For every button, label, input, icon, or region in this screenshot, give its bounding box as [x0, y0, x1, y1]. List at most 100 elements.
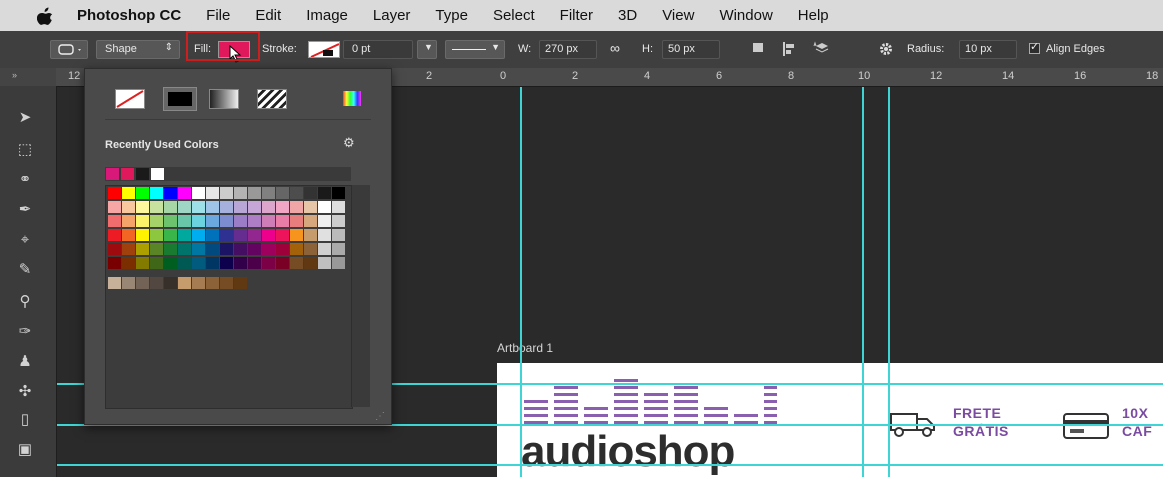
brush-tool-icon[interactable]: ✑: [12, 320, 38, 342]
menu-file[interactable]: File: [206, 7, 230, 24]
color-swatch[interactable]: [108, 257, 121, 269]
color-swatch[interactable]: [122, 201, 135, 213]
recent-color-swatch[interactable]: [151, 168, 164, 180]
color-swatch[interactable]: [122, 187, 135, 199]
color-swatch[interactable]: [164, 229, 177, 241]
color-swatch[interactable]: [206, 215, 219, 227]
menu-3d[interactable]: 3D: [618, 7, 637, 24]
recent-color-swatch[interactable]: [121, 168, 134, 180]
color-swatch[interactable]: [332, 243, 345, 255]
color-swatch[interactable]: [122, 257, 135, 269]
color-swatch[interactable]: [192, 187, 205, 199]
color-swatch[interactable]: [262, 215, 275, 227]
color-swatch[interactable]: [332, 257, 345, 269]
color-swatch[interactable]: [290, 229, 303, 241]
link-icon[interactable]: ∞: [610, 40, 620, 56]
color-swatch[interactable]: [262, 243, 275, 255]
horizontal-guide[interactable]: [57, 464, 1163, 466]
color-swatch[interactable]: [276, 201, 289, 213]
color-swatch[interactable]: [150, 215, 163, 227]
solid-color-tab[interactable]: [163, 87, 197, 111]
pattern-tab[interactable]: [257, 89, 287, 109]
color-swatch[interactable]: [206, 257, 219, 269]
color-swatch[interactable]: [332, 201, 345, 213]
color-swatch[interactable]: [192, 257, 205, 269]
menu-layer[interactable]: Layer: [373, 7, 411, 24]
color-swatch[interactable]: [304, 229, 317, 241]
color-swatch[interactable]: [234, 257, 247, 269]
color-swatch[interactable]: [178, 229, 191, 241]
menu-window[interactable]: Window: [719, 7, 772, 24]
recent-color-swatch[interactable]: [106, 168, 119, 180]
color-swatch[interactable]: [150, 201, 163, 213]
color-swatch[interactable]: [164, 243, 177, 255]
panel-collapse-icon[interactable]: »: [12, 70, 17, 80]
color-swatch[interactable]: [206, 243, 219, 255]
menu-help[interactable]: Help: [798, 7, 829, 24]
no-color-tab[interactable]: [115, 89, 145, 109]
color-swatch[interactable]: [220, 243, 233, 255]
color-swatch[interactable]: [318, 257, 331, 269]
color-swatch[interactable]: [150, 187, 163, 199]
color-swatch[interactable]: [206, 201, 219, 213]
color-swatch[interactable]: [192, 277, 205, 289]
radius-field[interactable]: 10 px: [959, 40, 1017, 59]
quick-selection-tool-icon[interactable]: ✒: [12, 198, 38, 220]
clone-stamp-tool-icon[interactable]: ♟: [12, 350, 38, 372]
color-swatch[interactable]: [150, 243, 163, 255]
vertical-guide[interactable]: [520, 87, 522, 477]
menu-filter[interactable]: Filter: [560, 7, 593, 24]
color-swatch[interactable]: [136, 187, 149, 199]
stroke-type-select[interactable]: ▼: [445, 40, 505, 59]
color-swatch[interactable]: [290, 243, 303, 255]
gear-icon[interactable]: [878, 41, 894, 57]
color-swatch[interactable]: [178, 257, 191, 269]
mode-select[interactable]: Shape ⇕: [96, 40, 180, 59]
height-field[interactable]: 50 px: [662, 40, 720, 59]
color-swatch[interactable]: [318, 201, 331, 213]
menu-image[interactable]: Image: [306, 7, 348, 24]
color-swatch[interactable]: [192, 229, 205, 241]
color-swatch[interactable]: [178, 187, 191, 199]
menu-type[interactable]: Type: [435, 7, 468, 24]
vertical-guide[interactable]: [862, 87, 864, 477]
color-swatch[interactable]: [220, 187, 233, 199]
color-swatch[interactable]: [234, 277, 247, 289]
color-swatch[interactable]: [108, 215, 121, 227]
recent-color-swatch[interactable]: [136, 168, 149, 180]
color-swatch[interactable]: [248, 187, 261, 199]
color-swatch[interactable]: [234, 229, 247, 241]
color-swatch[interactable]: [318, 243, 331, 255]
color-swatch[interactable]: [136, 277, 149, 289]
stroke-width-dropdown[interactable]: ▼: [417, 40, 437, 59]
color-swatch[interactable]: [108, 229, 121, 241]
color-swatch[interactable]: [150, 229, 163, 241]
color-swatch[interactable]: [108, 201, 121, 213]
color-swatch[interactable]: [108, 277, 121, 289]
color-swatch[interactable]: [150, 277, 163, 289]
color-swatch[interactable]: [206, 187, 219, 199]
color-swatch[interactable]: [276, 243, 289, 255]
color-swatch[interactable]: [164, 201, 177, 213]
color-swatch[interactable]: [262, 257, 275, 269]
marquee-tool-icon[interactable]: ⬚: [12, 138, 38, 160]
color-swatch[interactable]: [248, 215, 261, 227]
color-swatch[interactable]: [178, 201, 191, 213]
color-swatch[interactable]: [220, 215, 233, 227]
color-swatch[interactable]: [234, 187, 247, 199]
color-swatch[interactable]: [248, 201, 261, 213]
color-swatch[interactable]: [276, 229, 289, 241]
lasso-tool-icon[interactable]: ⚭: [12, 168, 38, 190]
resize-grip-icon[interactable]: ⋰: [375, 411, 385, 422]
menu-edit[interactable]: Edit: [255, 7, 281, 24]
color-swatch[interactable]: [234, 243, 247, 255]
color-swatch[interactable]: [136, 215, 149, 227]
move-tool-icon[interactable]: ➤: [12, 106, 38, 128]
swatches-scrollbar[interactable]: [351, 185, 370, 407]
color-swatch[interactable]: [178, 277, 191, 289]
color-swatch[interactable]: [304, 187, 317, 199]
menu-select[interactable]: Select: [493, 7, 535, 24]
color-swatch[interactable]: [164, 277, 177, 289]
gradient-tab[interactable]: [209, 89, 239, 109]
color-swatch[interactable]: [220, 277, 233, 289]
